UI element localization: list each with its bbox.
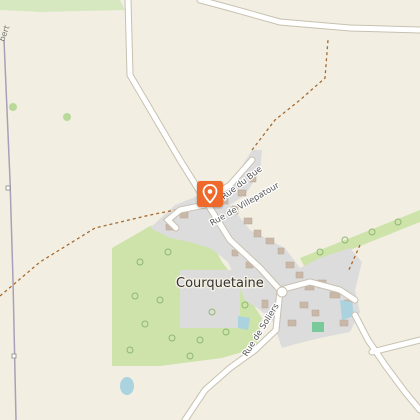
map-view[interactable]: Courquetaine Rue du Bue Rue de Villepato… (0, 0, 420, 420)
pond (120, 377, 134, 395)
roundabout (276, 286, 288, 298)
bush (63, 113, 71, 121)
sports-pitch (312, 322, 324, 332)
field-area (0, 0, 125, 12)
map-pin-icon (202, 184, 218, 204)
bush (9, 103, 17, 111)
place-label: Courquetaine (176, 276, 264, 291)
location-marker[interactable] (197, 181, 223, 207)
pond (238, 316, 250, 330)
map-canvas[interactable]: Courquetaine Rue du Bue Rue de Villepato… (0, 0, 420, 420)
